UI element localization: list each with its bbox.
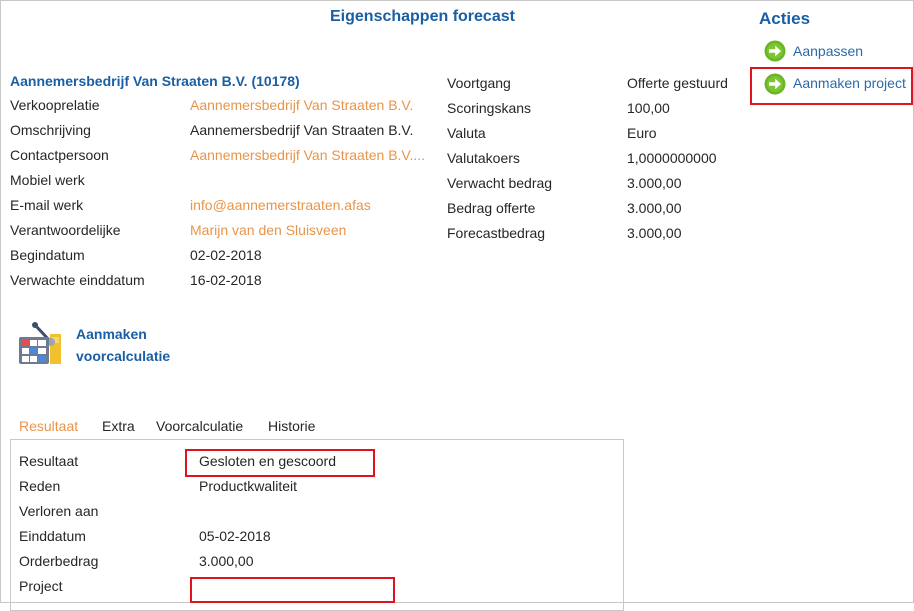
field-label: Forecastbedrag xyxy=(447,225,546,241)
omschrijving-value: Aannemersbedrijf Van Straaten B.V. xyxy=(190,122,414,138)
forecastbedrag-value: 3.000,00 xyxy=(627,225,682,241)
field-label: Valuta xyxy=(447,125,486,141)
field-label: Bedrag offerte xyxy=(447,200,536,216)
field-label: Contactpersoon xyxy=(10,147,109,163)
highlight-box-action xyxy=(750,67,913,105)
field-label: Project xyxy=(19,578,63,594)
email-werk-link[interactable]: info@aannemerstraaten.afas xyxy=(190,197,371,213)
field-label: Einddatum xyxy=(19,528,86,544)
page-title: Eigenschappen forecast xyxy=(330,8,515,25)
relation-header: Aannemersbedrijf Van Straaten B.V. (1017… xyxy=(10,73,300,89)
arrow-circle-right-icon xyxy=(764,40,786,62)
field-label: Scoringskans xyxy=(447,100,532,116)
valuta-value: Euro xyxy=(627,125,657,141)
begindatum-value: 02-02-2018 xyxy=(190,247,262,263)
orderbedrag-value: 3.000,00 xyxy=(199,553,254,569)
action-aanpassen-label[interactable]: Aanpassen xyxy=(793,43,863,59)
actions-title: Acties xyxy=(759,9,811,28)
tab-extra[interactable]: Extra xyxy=(102,418,135,434)
field-label: Orderbedrag xyxy=(19,553,99,569)
field-label: Omschrijving xyxy=(10,122,91,138)
field-label: Verkooprelatie xyxy=(10,97,100,113)
bedrag-offerte-value: 3.000,00 xyxy=(627,200,682,216)
field-label: Verloren aan xyxy=(19,503,99,519)
scoringskans-value: 100,00 xyxy=(627,100,670,116)
field-label: E-mail werk xyxy=(10,197,84,213)
verantwoordelijke-link[interactable]: Marijn van den Sluisveen xyxy=(190,222,346,238)
highlight-box-resultaat xyxy=(185,449,375,477)
reden-value: Productkwaliteit xyxy=(199,478,298,494)
verkooprelatie-link[interactable]: Aannemersbedrijf Van Straaten B.V. xyxy=(190,97,413,113)
label-line: voorcalculatie xyxy=(76,348,171,364)
field-label: Voortgang xyxy=(447,75,511,91)
voortgang-value: Offerte gestuurd xyxy=(627,75,728,91)
field-label: Verantwoordelijke xyxy=(10,222,121,238)
valutakoers-value: 1,0000000000 xyxy=(627,150,717,166)
calculator-chart-icon xyxy=(19,322,61,364)
tab-resultaat[interactable]: Resultaat xyxy=(19,418,78,434)
tab-historie[interactable]: Historie xyxy=(268,418,315,434)
label-line: Aanmaken xyxy=(76,326,147,342)
field-label: Begindatum xyxy=(10,247,85,263)
field-label: Valutakoers xyxy=(447,150,520,166)
tab-voorcalculatie[interactable]: Voorcalculatie xyxy=(156,418,243,434)
highlight-box-project xyxy=(190,577,395,603)
field-label: Mobiel werk xyxy=(10,172,85,188)
field-label: Resultaat xyxy=(19,453,79,469)
verwachte-einddatum-value: 16-02-2018 xyxy=(190,272,262,288)
contactpersoon-link[interactable]: Aannemersbedrijf Van Straaten B.V.... xyxy=(190,147,425,163)
verwacht-bedrag-value: 3.000,00 xyxy=(627,175,682,191)
field-label: Verwachte einddatum xyxy=(10,272,145,288)
einddatum-value: 05-02-2018 xyxy=(199,528,271,544)
field-label: Verwacht bedrag xyxy=(447,175,553,191)
aanmaken-voorcalculatie-label[interactable]: Aanmaken voorcalculatie xyxy=(76,323,170,367)
field-label: Reden xyxy=(19,478,61,494)
